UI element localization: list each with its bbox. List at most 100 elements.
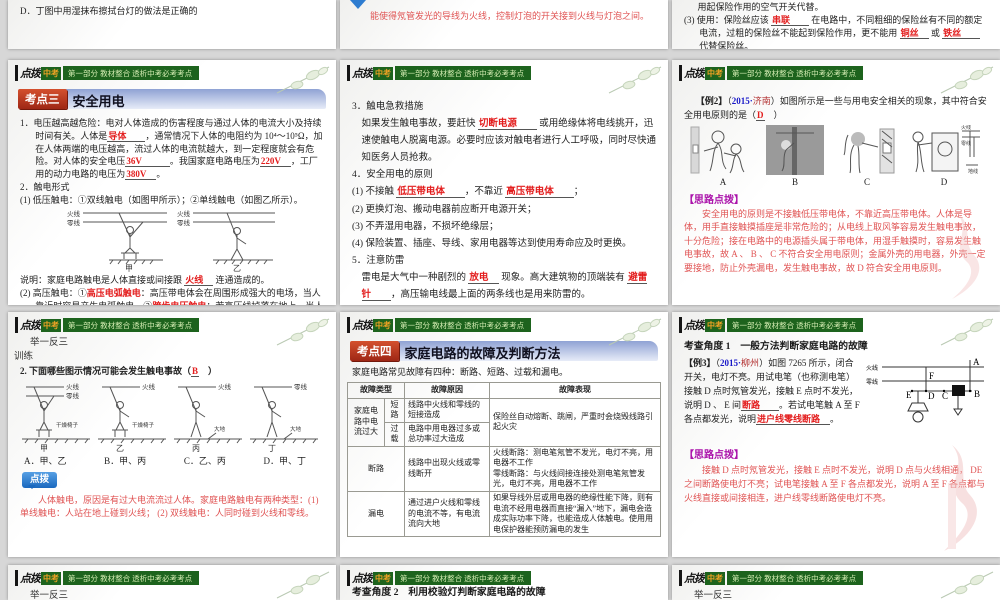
paragraph: (1) 不接触 低压带电体 ，不靠近 高压带电体 ；	[352, 187, 584, 199]
table-header: 故障类型	[347, 382, 405, 399]
cartoon-caption: B	[791, 177, 798, 187]
paragraph: (3) 不弄湿用电器，不损坏绝缘层；	[352, 221, 499, 232]
paragraph: 用起保险作用的空气开关代替。	[697, 2, 824, 12]
note-label: 干燥椅子	[132, 421, 155, 429]
table-cell: 保险丝自动熔断、跳闸，严重时会烧毁线路引起火灾	[489, 397, 661, 447]
shock-cases-diagram: 火线 零线 干燥椅子 甲 火线 干燥椅子 乙 火线 大地 丙 零线 大地 丁	[22, 382, 318, 453]
magnolia-flower-decoration	[276, 318, 330, 346]
header-bar-text: 第一部分 教材整合 透析中考必考考点	[395, 318, 532, 332]
dianba-zhongkao-logo: 点拨 中考	[15, 570, 61, 586]
paragraph: 4．安全用电的原则	[352, 170, 433, 181]
cartoon-caption: D	[940, 177, 948, 187]
magnolia-flower-decoration	[276, 66, 330, 94]
table-cell: 火线断路：测电笔氖管不发光，电灯不亮，用电器不工作 零线断路：与火线间接连接处测…	[489, 445, 661, 492]
tip-paragraph: 人体触电，原因是有过大电流流过人体。家庭电路触电有两种类型：(1) 单线触电：人…	[20, 494, 319, 518]
point-label: E	[906, 390, 912, 400]
paragraph: 雷电是大气中一种剧烈的 放电 现象。高大建筑物的顶端装有 避雷针 ，高压输电线最…	[361, 272, 648, 302]
magnolia-flower-decoration	[940, 318, 994, 346]
paragraph: (1) 低压触电：①双线触电（如图甲所示）；②单线触电（如图乙所示）。	[20, 194, 303, 205]
point-label: A	[973, 357, 980, 367]
question: 2. 下面哪些图示情况可能会发生触电事故（B ）	[20, 366, 218, 377]
cartoon-caption: A	[719, 177, 727, 187]
dianba-zhongkao-logo: 点拨 中考	[15, 317, 61, 333]
cartoon-b: B	[762, 124, 828, 190]
slide-partial-bottom-middle[interactable]: 点拨 中考 第一部分 教材整合 透析中考必考考点 考查角度 2 利用校验灯判断家庭…	[340, 565, 668, 600]
header-bar-text: 第一部分 教材整合 透析中考必考考点	[395, 571, 532, 585]
point-label: D	[928, 391, 935, 401]
wire-label: 火线	[66, 382, 80, 391]
figure-caption: 甲	[40, 444, 48, 453]
figure-caption: 丁	[268, 444, 276, 453]
dianba-zhongkao-logo: 点拨 中考	[679, 65, 725, 81]
header-bar-text: 第一部分 教材整合 透析中考必考考点	[63, 571, 200, 585]
table-header: 故障表现	[489, 382, 661, 399]
paragraph: 3．触电急救措施	[352, 102, 424, 112]
angle-heading: 考查角度 2 利用校验灯判断家庭电路的故障	[352, 587, 546, 598]
paragraph: 2．触电形式	[20, 181, 70, 192]
table-cell: 过载	[384, 421, 405, 447]
magnolia-flower-decoration	[940, 66, 994, 94]
slide-practice2[interactable]: 点拨 中考 第一部分 教材整合 透析中考必考考点 举一反三 训练 2. 下面哪些图…	[8, 312, 336, 557]
note-label: 干燥椅子	[56, 421, 79, 429]
slide-example3[interactable]: 点拨 中考 第一部分 教材整合 透析中考必考考点 考查角度 1 一般方法判断家庭电…	[672, 312, 1000, 557]
table-cell: 断路	[347, 445, 405, 492]
cartoon-d: 火线 零线 地线 D	[906, 124, 982, 190]
option-b: B．甲、丙	[104, 456, 147, 467]
cartoon-strip: A B C 火线 零线 地线 D	[684, 122, 988, 190]
header-bar-text: 第一部分 教材整合 透析中考必考考点	[63, 318, 200, 332]
tip-label: 【思路点拨】	[684, 194, 744, 206]
magnolia-flower-decoration	[608, 318, 662, 346]
cartoon-a: A	[690, 124, 756, 190]
wire-label: 火线	[866, 364, 878, 372]
slide-partial-top-left[interactable]: D．丁图中用湿抹布擦拭台灯的做法是正确的	[8, 0, 336, 49]
wire-label: 零线	[177, 218, 191, 227]
table-cell: 线路中出现火线或零线断开	[404, 445, 490, 492]
slide-kaodian4-faults[interactable]: 点拨 中考 第一部分 教材整合 透析中考必考考点 考点四 家庭电路的故障及判断方法…	[340, 312, 668, 557]
option-c: C．乙、丙	[183, 456, 226, 467]
table-cell: 家庭电路中电流过大	[347, 397, 385, 447]
dianba-zhongkao-logo: 点拨 中考	[347, 317, 393, 333]
slide-partial-bottom-left[interactable]: 点拨中考 第一部分 教材整合 透析中考必考考点 举一反三 训练	[8, 565, 336, 600]
paragraph: (4) 保险装置、插座、导线、家用电器等达到使用寿命应及时更换。	[352, 238, 632, 249]
point-label: B	[974, 389, 980, 399]
intro-line: 家庭电路常见故障有四种：断路、短路、过载和漏电。	[352, 367, 569, 377]
pointer-bubble-fragment-icon	[350, 0, 366, 9]
header-bar-text: 第一部分 教材整合 透析中考必考考点	[727, 318, 864, 332]
wire-label: 零线	[67, 218, 81, 227]
point-label: C	[942, 391, 948, 401]
slide-partial-bottom-right[interactable]: 点拨中考 第一部分 教材整合 透析中考必考考点 举一反三 训练 如图所示的家庭照…	[672, 565, 1000, 600]
cartoon-c: C	[834, 124, 900, 190]
electric-shock-diagram-jia-yi: 火线 零线 甲 火线 零线 乙	[67, 209, 275, 273]
paragraph: D．丁图中用湿抹布擦拭台灯的做法是正确的	[20, 6, 198, 16]
figure-caption: 甲	[125, 264, 133, 273]
paragraph: 说明：家庭电路触电是人体直接或间接跟 火线 连通造成的。	[20, 275, 270, 287]
option-a: A．甲、乙	[24, 456, 67, 467]
header-bar-text: 第一部分 教材整合 透析中考必考考点	[727, 571, 864, 585]
dianba-zhongkao-logo: 点拨 中考	[679, 317, 725, 333]
circuit-figure-7265: 火线 零线 A F E D C B	[866, 357, 984, 423]
paragraph: 【例2】（2015·济南）如图所示是一些与用电安全相关的现象，其中符合安全用电原…	[684, 96, 987, 121]
slide-kaodian3-safety[interactable]: 点拨 中考 第一部分 教材整合 透析中考必考考点 考点三 安全用电 1．电压越高越…	[8, 60, 336, 305]
paragraph: 1．电压越高越危险：电对人体造成的伤害程度与通过人体的电流大小及持续时间有关。人…	[20, 118, 323, 181]
slide-partial-top-middle[interactable]: 能使得氖管发光的导线为火线，控制灯泡的开关接到火线与灯泡之间。	[340, 0, 668, 49]
dianba-zhongkao-logo: 点拨 中考	[347, 570, 393, 586]
slide-partial-top-right[interactable]: 用起保险作用的空气开关代替。 (3) 使用：保险丝应该 串联 在电路中，不同粗细…	[672, 0, 1000, 49]
dianba-zhongkao-logo: 点拨 中考	[347, 65, 393, 81]
wire-label: 零线	[961, 140, 971, 147]
slide-safety-rules[interactable]: 点拨 中考 第一部分 教材整合 透析中考必考考点 3．触电急救措施 如果发生触电事…	[340, 60, 668, 305]
slide-example2[interactable]: 点拨 中考 第一部分 教材整合 透析中考必考考点 【例2】（2015·济南）如图所…	[672, 60, 1000, 305]
option-d: D．甲、丁	[263, 456, 307, 467]
answer-options: A．甲、乙 B．甲、丙 C．乙、丙 D．甲、丁	[20, 454, 324, 468]
slide-header: 点拨 中考 第一部分 教材整合 透析中考必考考点	[347, 570, 668, 586]
table-cell: 电路中用电器过多或总功率过大造成	[404, 421, 490, 447]
table-cell: 漏电	[347, 490, 405, 538]
pink-watermark-decoration	[944, 445, 977, 551]
figure-caption: 丙	[192, 444, 200, 453]
kaodian-tag: 考点三	[18, 89, 67, 109]
cartoon-caption: C	[863, 177, 870, 187]
wire-label: 火线	[961, 125, 971, 131]
table-header: 故障原因	[404, 382, 490, 399]
note-label: 大地	[214, 425, 226, 433]
dianba-zhongkao-logo: 点拨 中考	[15, 65, 61, 81]
slide-grid-view: D．丁图中用湿抹布擦拭台灯的做法是正确的 能使得氖管发光的导线为火线，控制灯泡的…	[0, 0, 1000, 600]
